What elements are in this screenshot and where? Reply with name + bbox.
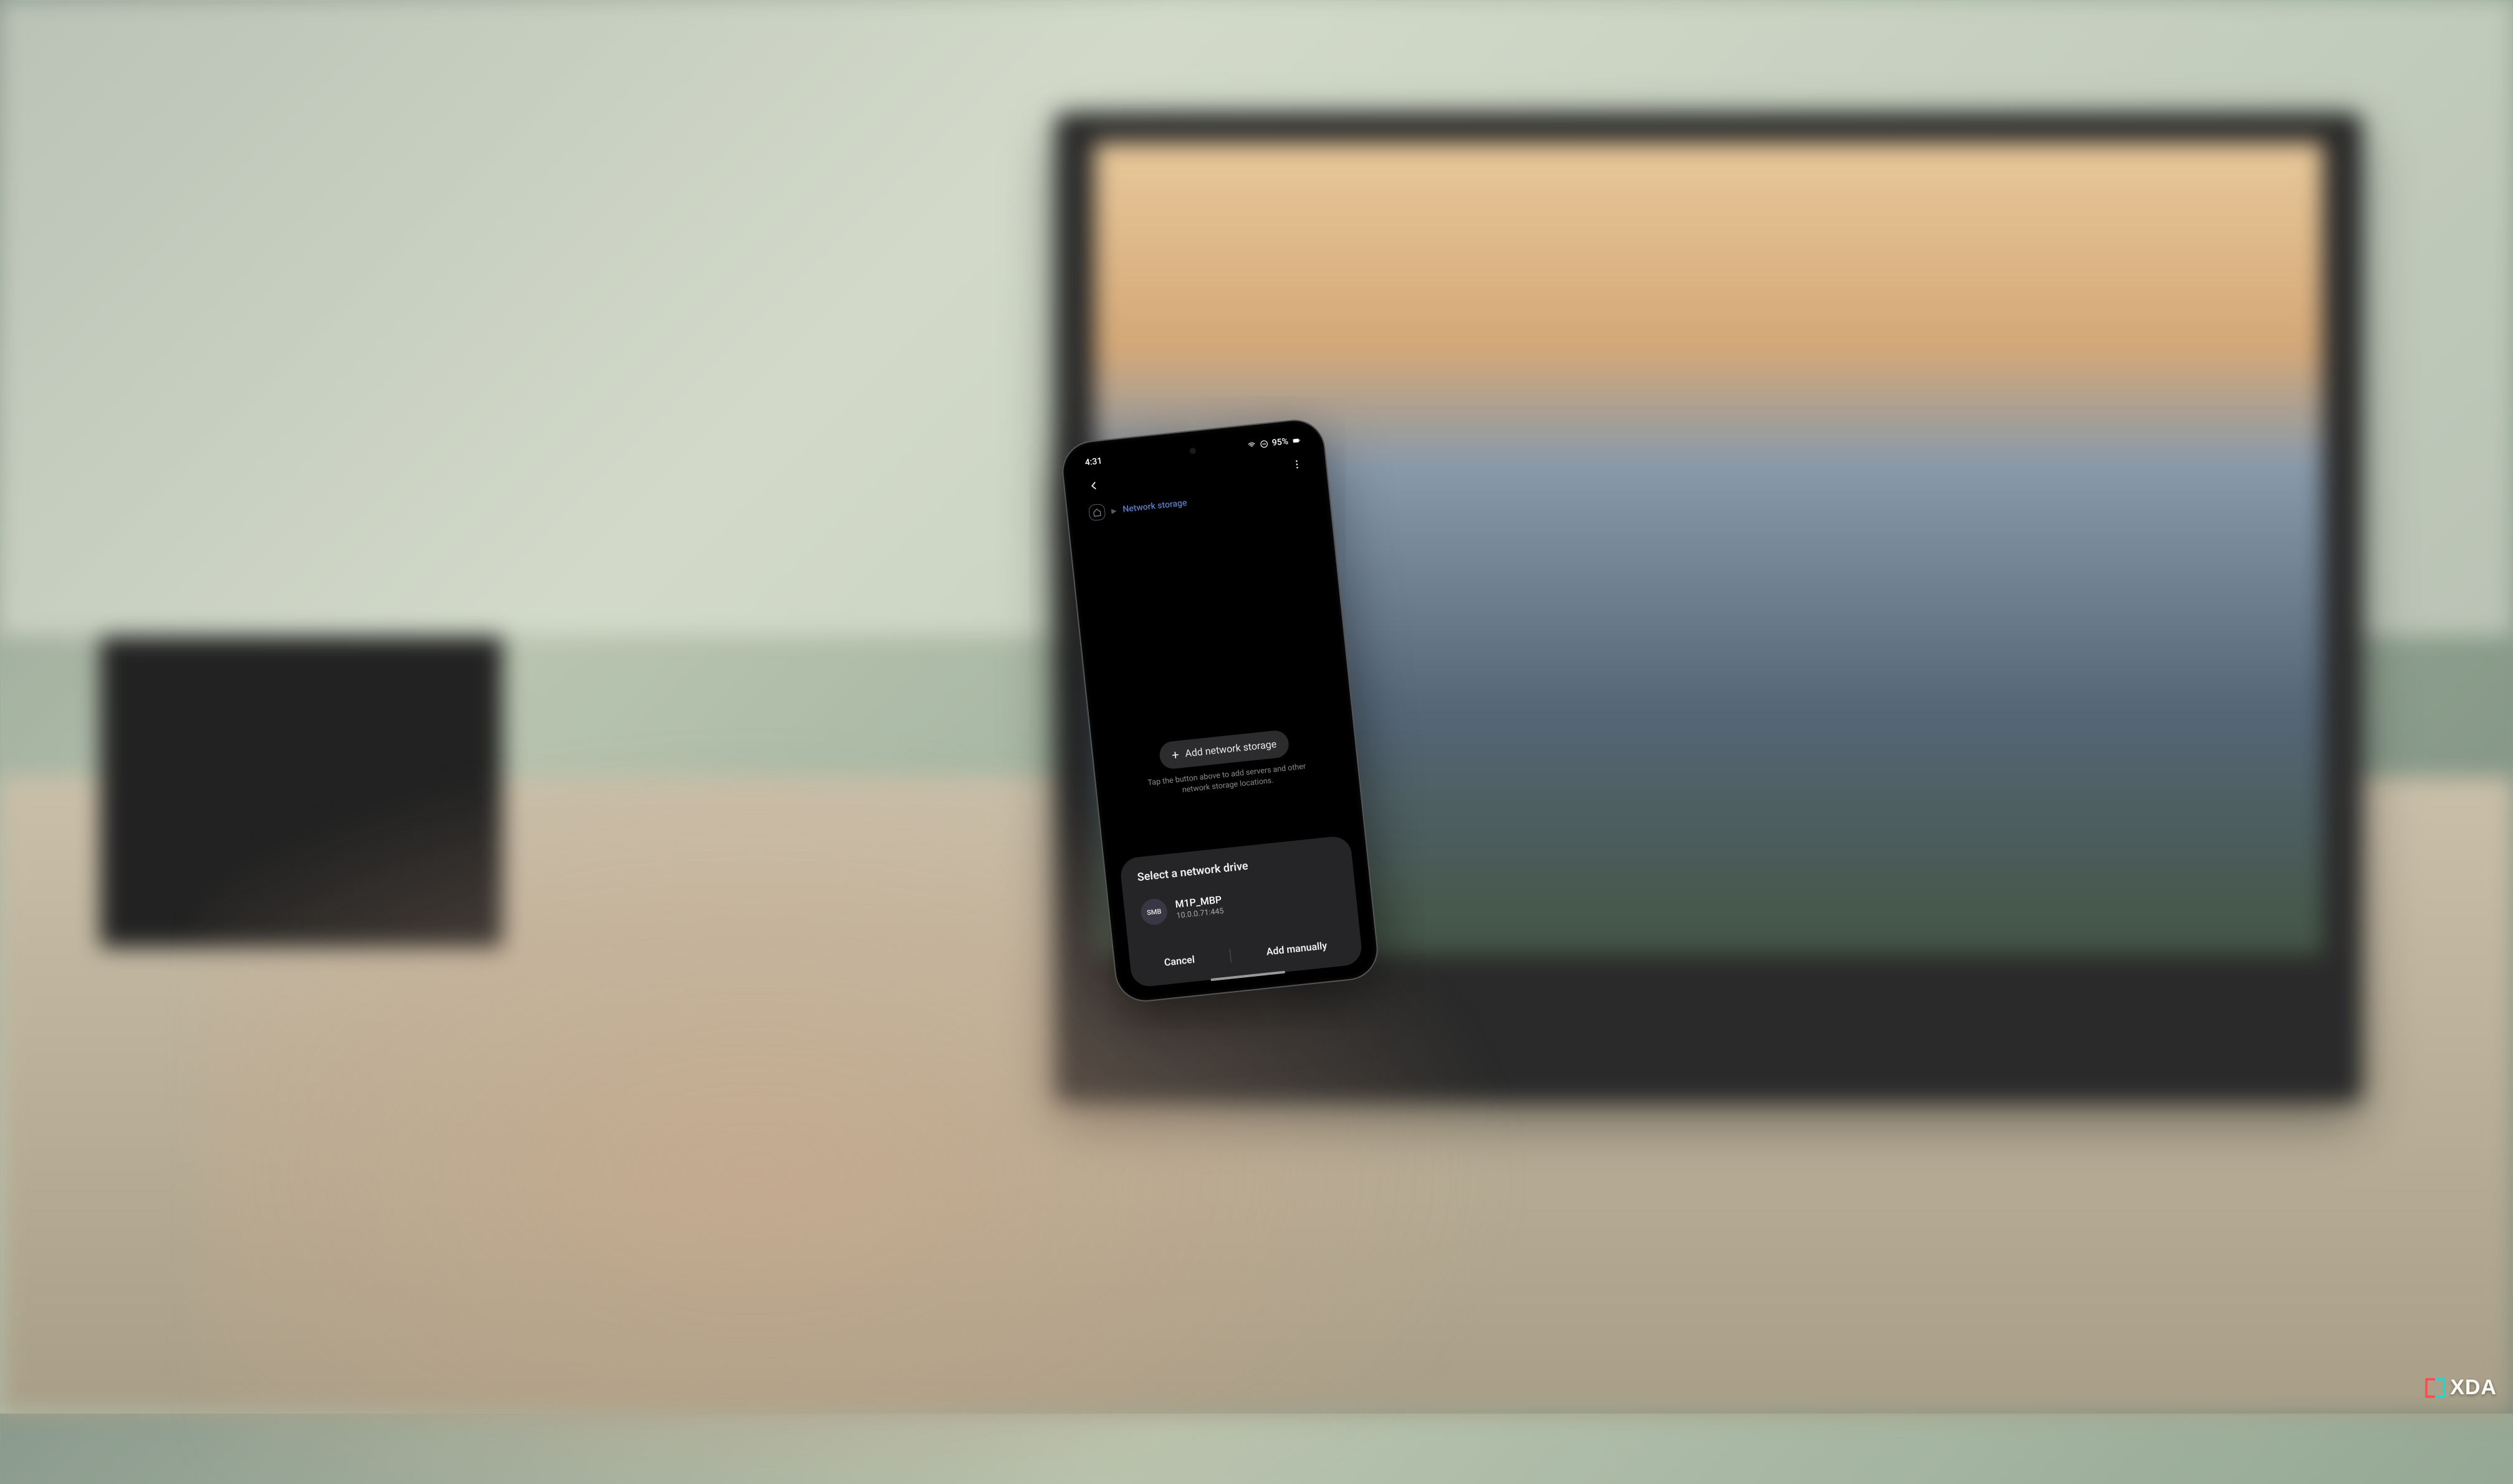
breadcrumb-home-button[interactable] bbox=[1088, 504, 1106, 522]
add-network-storage-label: Add network storage bbox=[1184, 738, 1277, 759]
status-time: 4:31 bbox=[1084, 456, 1103, 468]
select-drive-bottom-sheet: Select a network drive SMB M1P_MBP 10.0.… bbox=[1119, 835, 1364, 988]
wifi-icon bbox=[1247, 441, 1256, 450]
battery-icon bbox=[1291, 436, 1301, 445]
cancel-button[interactable]: Cancel bbox=[1156, 946, 1204, 975]
add-network-storage-button[interactable]: + Add network storage bbox=[1158, 729, 1290, 770]
more-options-button[interactable] bbox=[1286, 454, 1308, 476]
add-manually-button[interactable]: Add manually bbox=[1258, 932, 1336, 965]
battery-percent: 95% bbox=[1271, 436, 1289, 448]
phone-screen: 4:31 95% bbox=[1070, 428, 1370, 993]
action-divider bbox=[1230, 949, 1232, 962]
main-content: + Add network storage Tap the button abo… bbox=[1078, 505, 1370, 993]
home-icon bbox=[1092, 507, 1101, 517]
xda-watermark: XDA bbox=[2425, 1376, 2497, 1400]
dnd-icon bbox=[1259, 439, 1268, 449]
breadcrumb-current[interactable]: Network storage bbox=[1122, 498, 1188, 515]
plus-icon: + bbox=[1171, 748, 1179, 761]
smb-badge: SMB bbox=[1140, 898, 1169, 926]
xda-watermark-text: XDA bbox=[2450, 1376, 2497, 1400]
chevron-right-icon: ▶ bbox=[1111, 506, 1117, 515]
xda-logo-icon bbox=[2425, 1378, 2445, 1398]
back-button[interactable] bbox=[1083, 475, 1104, 497]
